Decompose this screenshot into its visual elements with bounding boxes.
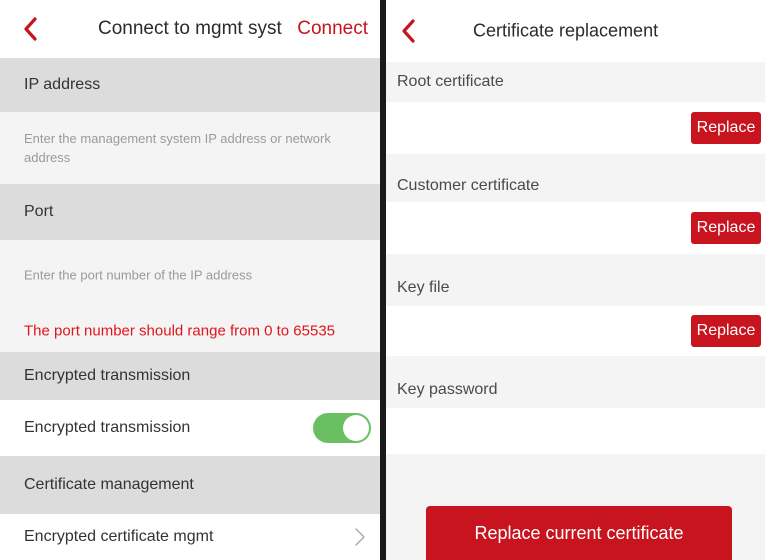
- certificate-mgmt-label: Encrypted certificate mgmt: [24, 528, 214, 545]
- port-section-header: Port: [0, 184, 380, 240]
- replace-root-certificate-button[interactable]: Replace: [691, 112, 761, 144]
- encryption-section-header: Encrypted transmission: [0, 352, 380, 400]
- chevron-right-icon: [355, 528, 365, 546]
- port-label: Port: [24, 203, 54, 220]
- replace-current-certificate-button[interactable]: Replace current certificate: [426, 506, 732, 560]
- customer-certificate-row: Replace: [386, 202, 765, 254]
- encryption-section-label: Encrypted transmission: [24, 367, 191, 384]
- port-placeholder: Enter the port number of the IP address: [24, 267, 253, 283]
- root-certificate-row: Replace: [386, 102, 765, 154]
- page-title: Connect to mgmt syst: [98, 18, 282, 39]
- connect-mgmt-screen: Connect to mgmt syst Connect IP address …: [0, 0, 380, 560]
- certificate-mgmt-item[interactable]: Encrypted certificate mgmt: [0, 514, 380, 560]
- ip-address-label: IP address: [24, 76, 101, 93]
- key-file-label: Key file: [397, 279, 450, 297]
- replace-customer-certificate-button[interactable]: Replace: [691, 212, 761, 244]
- root-certificate-label: Root certificate: [397, 73, 504, 90]
- key-password-header: Key password: [386, 356, 765, 408]
- key-file-row: Replace: [386, 306, 765, 356]
- screenshot-composite: Connect to mgmt syst Connect IP address …: [0, 0, 765, 560]
- port-error-message: The port number should range from 0 to 6…: [24, 322, 336, 340]
- key-password-label: Key password: [397, 381, 498, 399]
- encryption-toggle-label: Encrypted transmission: [24, 419, 191, 436]
- right-header: Certificate replacement: [386, 0, 765, 62]
- chevron-left-icon[interactable]: [20, 16, 42, 42]
- certificate-replacement-screen: Certificate replacement Root certificate…: [386, 0, 765, 560]
- key-password-input[interactable]: [386, 408, 765, 454]
- encryption-toggle-row: Encrypted transmission: [0, 400, 380, 456]
- replace-key-file-button[interactable]: Replace: [691, 315, 761, 347]
- certificate-section-label: Certificate management: [24, 476, 194, 493]
- port-input[interactable]: Enter the port number of the IP address: [0, 240, 380, 310]
- root-certificate-header: Root certificate: [386, 62, 765, 102]
- left-header: Connect to mgmt syst Connect: [0, 0, 380, 58]
- toggle-knob: [343, 415, 369, 441]
- port-error-row: The port number should range from 0 to 6…: [0, 310, 380, 352]
- certificate-section-header: Certificate management: [0, 456, 380, 514]
- ip-address-placeholder: Enter the management system IP address o…: [24, 131, 331, 165]
- customer-certificate-label: Customer certificate: [397, 176, 540, 194]
- chevron-left-icon[interactable]: [398, 18, 420, 44]
- ip-address-input[interactable]: Enter the management system IP address o…: [0, 112, 380, 184]
- encryption-toggle-switch[interactable]: [313, 413, 371, 443]
- customer-certificate-header: Customer certificate: [386, 154, 765, 202]
- ip-section-header: IP address: [0, 58, 380, 112]
- connect-button[interactable]: Connect: [297, 18, 368, 40]
- key-file-header: Key file: [386, 254, 765, 306]
- page-title: Certificate replacement: [473, 20, 659, 41]
